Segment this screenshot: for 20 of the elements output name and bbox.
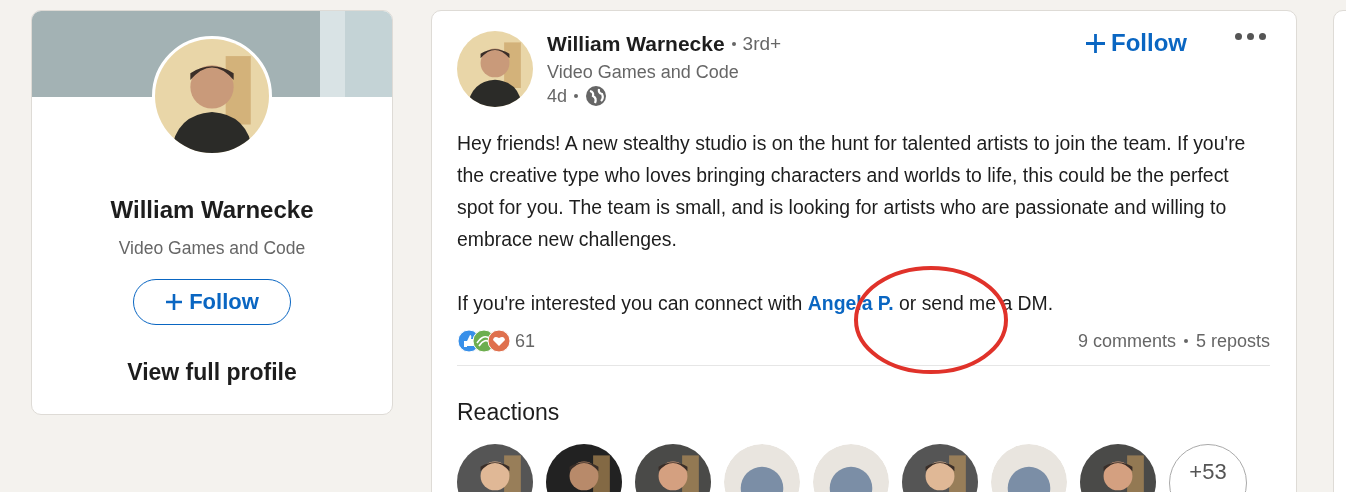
more-reactors-button[interactable]: +53: [1169, 444, 1247, 492]
connection-degree: 3rd+: [742, 33, 782, 55]
post-time: 4d: [547, 85, 568, 107]
comments-count[interactable]: 9 comments: [1077, 330, 1176, 352]
reaction-icons: [457, 329, 511, 353]
view-profile-link[interactable]: View full profile: [127, 359, 297, 386]
post-text: Hey friends! A new stealthy studio is on the hunt for talented artists to join the team. If you're the creative type who loves bringing characters and worlds to life, this could be the perfect spot for you. The team is small, and is looking for artists who are passionate and willing to embrace new challenges.: [457, 131, 1247, 252]
reaction-count[interactable]: 61: [515, 330, 536, 352]
more-dots-icon: [1235, 33, 1266, 40]
author-name[interactable]: William Warnecke: [547, 32, 725, 56]
reposts-count[interactable]: 5 reposts: [1195, 330, 1270, 352]
plus-icon: [1086, 33, 1105, 53]
reactions-title: Reactions: [457, 399, 561, 426]
author-headline: Video Games and Code: [547, 62, 740, 83]
globe-icon: [585, 85, 608, 107]
profile-name: William Warnecke: [110, 196, 314, 224]
plus-icon: [165, 293, 184, 311]
profile-headline: Video Games and Code: [118, 238, 306, 259]
follow-button[interactable]: Follow: [133, 279, 291, 325]
follow-button[interactable]: Follow: [1086, 29, 1187, 57]
